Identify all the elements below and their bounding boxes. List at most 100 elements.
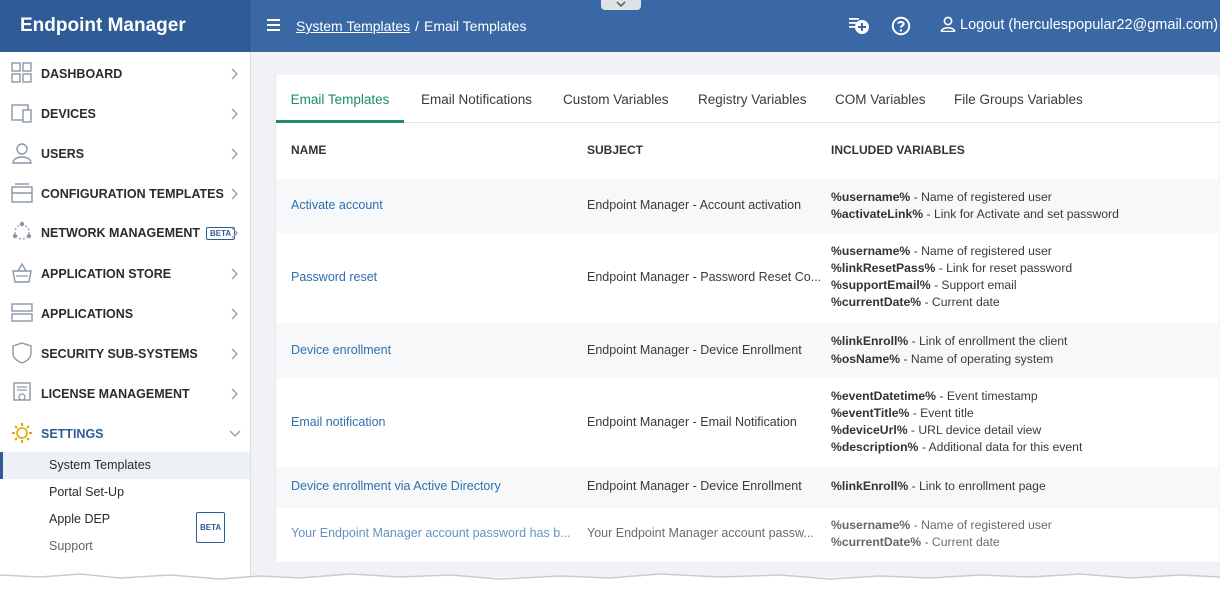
tab-email-notifications[interactable]: Email Notifications [421, 92, 532, 123]
included-variables: %username% - Name of registered user %ac… [831, 189, 1119, 223]
template-subject: Endpoint Manager - Account activation [587, 198, 802, 212]
template-name-link[interactable]: Device enrollment via Active Directory [291, 479, 501, 493]
variable-desc: - Event timestamp [936, 389, 1038, 403]
variable-key: %deviceUrl% [831, 423, 908, 437]
variable-key: %linkEnroll% [831, 334, 909, 348]
variable-desc: - Name of operating system [900, 352, 1054, 366]
sidebar-item-label: SECURITY SUB-SYSTEMS [41, 347, 198, 361]
table-row[interactable]: Device enrollment via Active Directory E… [276, 467, 1220, 508]
template-name-link[interactable]: Activate account [291, 198, 383, 212]
included-variables: %eventDatetime% - Event timestamp %event… [831, 388, 1082, 456]
sidebar-item-network-management[interactable]: NETWORK MANAGEMENT BETA [0, 212, 250, 252]
variable-desc: - Name of registered user [910, 190, 1052, 204]
table-row[interactable]: Your Endpoint Manager account password h… [276, 508, 1220, 562]
variable-item: %activateLink% - Link for Activate and s… [831, 206, 1119, 223]
templates-panel: Email Templates Email Notifications Cust… [275, 75, 1220, 562]
variable-key: %linkEnroll% [831, 479, 909, 493]
sidebar-item-label: DASHBOARD [41, 67, 123, 81]
sidebar-item-label: CONFIGURATION TEMPLATES [41, 187, 224, 201]
included-variables: %linkEnroll% - Link to enrollment page [831, 478, 1046, 495]
variable-key: %username% [831, 190, 911, 204]
table-row[interactable]: Email notification Endpoint Manager - Em… [276, 378, 1220, 467]
table-row[interactable]: Device enrollment Endpoint Manager - Dev… [276, 323, 1220, 378]
variable-desc: - Link for Activate and set password [923, 207, 1119, 221]
included-variables: %username% - Name of registered user %cu… [831, 517, 1052, 551]
variable-item: %eventTitle% - Event title [831, 405, 1082, 422]
logout-button[interactable]: Logout (herculespopular22@gmail.com) [940, 16, 1218, 33]
template-name-link[interactable]: Device enrollment [291, 343, 391, 357]
user-icon [940, 16, 956, 33]
sidebar-item-applications[interactable]: APPLICATIONS [0, 293, 250, 333]
sidebar-item-settings[interactable]: SETTINGS [0, 413, 250, 453]
template-subject: Endpoint Manager - Email Notification [587, 415, 797, 429]
variable-desc: - Support email [930, 278, 1017, 292]
column-header-name[interactable]: NAME [291, 143, 326, 157]
devices-icon [11, 104, 32, 123]
column-header-included-variables[interactable]: INCLUDED VARIABLES [831, 143, 965, 157]
variable-key: %eventTitle% [831, 406, 910, 420]
variable-desc: - Name of registered user [910, 244, 1052, 258]
template-subject: Endpoint Manager - Device Enrollment [587, 479, 802, 493]
sidebar-item-label: APPLICATIONS [41, 307, 134, 321]
sidebar-item-text: NETWORK MANAGEMENT [41, 226, 201, 240]
tab-custom-variables[interactable]: Custom Variables [563, 92, 669, 123]
tab-registry-variables[interactable]: Registry Variables [698, 92, 807, 123]
variable-item: %linkEnroll% - Link of enrollment the cl… [831, 332, 1067, 350]
table-row[interactable]: Password reset Endpoint Manager - Passwo… [276, 233, 1220, 323]
sidebar-subitem-portal-setup[interactable]: Portal Set-Up [0, 479, 250, 506]
variable-desc: - URL device detail view [907, 423, 1042, 437]
tab-file-groups-variables[interactable]: File Groups Variables [954, 92, 1083, 123]
add-notification-icon[interactable] [848, 15, 870, 37]
sidebar-item-devices[interactable]: DEVICES [0, 93, 250, 133]
help-icon[interactable] [891, 16, 911, 36]
dashboard-icon [11, 62, 32, 83]
chevron-right-icon [231, 348, 238, 360]
license-icon [13, 382, 31, 401]
variable-desc: - Current date [921, 295, 1000, 309]
column-header-subject[interactable]: SUBJECT [587, 143, 643, 157]
sidebar-subitem-system-templates[interactable]: System Templates [0, 452, 250, 479]
chevron-down-icon [229, 430, 241, 437]
chevron-right-icon [231, 148, 238, 160]
breadcrumb-current: Email Templates [424, 18, 527, 34]
menu-icon[interactable] [267, 19, 280, 31]
tab-com-variables[interactable]: COM Variables [835, 92, 926, 123]
sidebar-subitem-support[interactable]: Support [0, 533, 250, 560]
variable-desc: - Link to enrollment page [908, 479, 1046, 493]
variable-key: %supportEmail% [831, 278, 931, 292]
breadcrumb-parent-link[interactable]: System Templates [296, 18, 410, 34]
sidebar-item-label: USERS [41, 147, 85, 161]
variable-key: %username% [831, 518, 911, 532]
sidebar-subitem-apple-dep[interactable]: Apple DEP BETA [0, 506, 250, 543]
variable-key: %description% [831, 440, 919, 454]
template-name-link[interactable]: Email notification [291, 415, 386, 429]
sidebar-item-users[interactable]: USERS [0, 133, 250, 173]
variable-key: %linkResetPass% [831, 261, 936, 275]
sidebar-item-label: NETWORK MANAGEMENT BETA [41, 226, 236, 240]
breadcrumb: System Templates / Email Templates [296, 18, 526, 34]
sidebar-item-label: LICENSE MANAGEMENT [41, 387, 190, 401]
sidebar-item-license-management[interactable]: LICENSE MANAGEMENT [0, 373, 250, 413]
template-subject: Your Endpoint Manager account passw... [587, 526, 814, 540]
variable-item: %linkEnroll% - Link to enrollment page [831, 478, 1046, 495]
sidebar-item-application-store[interactable]: APPLICATION STORE [0, 253, 250, 293]
template-name-link[interactable]: Password reset [291, 270, 377, 284]
sidebar-item-security-sub-systems[interactable]: SECURITY SUB-SYSTEMS [0, 333, 250, 373]
variable-desc: - Event title [909, 406, 974, 420]
chevron-right-icon [231, 68, 238, 80]
sidebar-item-dashboard[interactable]: DASHBOARD [0, 53, 250, 93]
variable-item: %username% - Name of registered user [831, 243, 1072, 260]
sidebar-item-configuration-templates[interactable]: CONFIGURATION TEMPLATES [0, 173, 250, 213]
sidebar-item-label: SETTINGS [41, 427, 104, 441]
included-variables: %linkEnroll% - Link of enrollment the cl… [831, 332, 1067, 368]
table-row[interactable]: Activate account Endpoint Manager - Acco… [276, 179, 1220, 233]
chevron-right-icon [231, 308, 238, 320]
template-name-link[interactable]: Your Endpoint Manager account password h… [291, 526, 571, 540]
tab-email-templates[interactable]: Email Templates [276, 92, 404, 123]
variable-item: %deviceUrl% - URL device detail view [831, 422, 1082, 439]
variable-item: %osName% - Name of operating system [831, 350, 1067, 368]
variable-key: %username% [831, 244, 911, 258]
template-subject: Endpoint Manager - Device Enrollment [587, 343, 802, 357]
collapse-header-tab[interactable] [601, 0, 641, 10]
variable-item: %currentDate% - Current date [831, 534, 1052, 551]
